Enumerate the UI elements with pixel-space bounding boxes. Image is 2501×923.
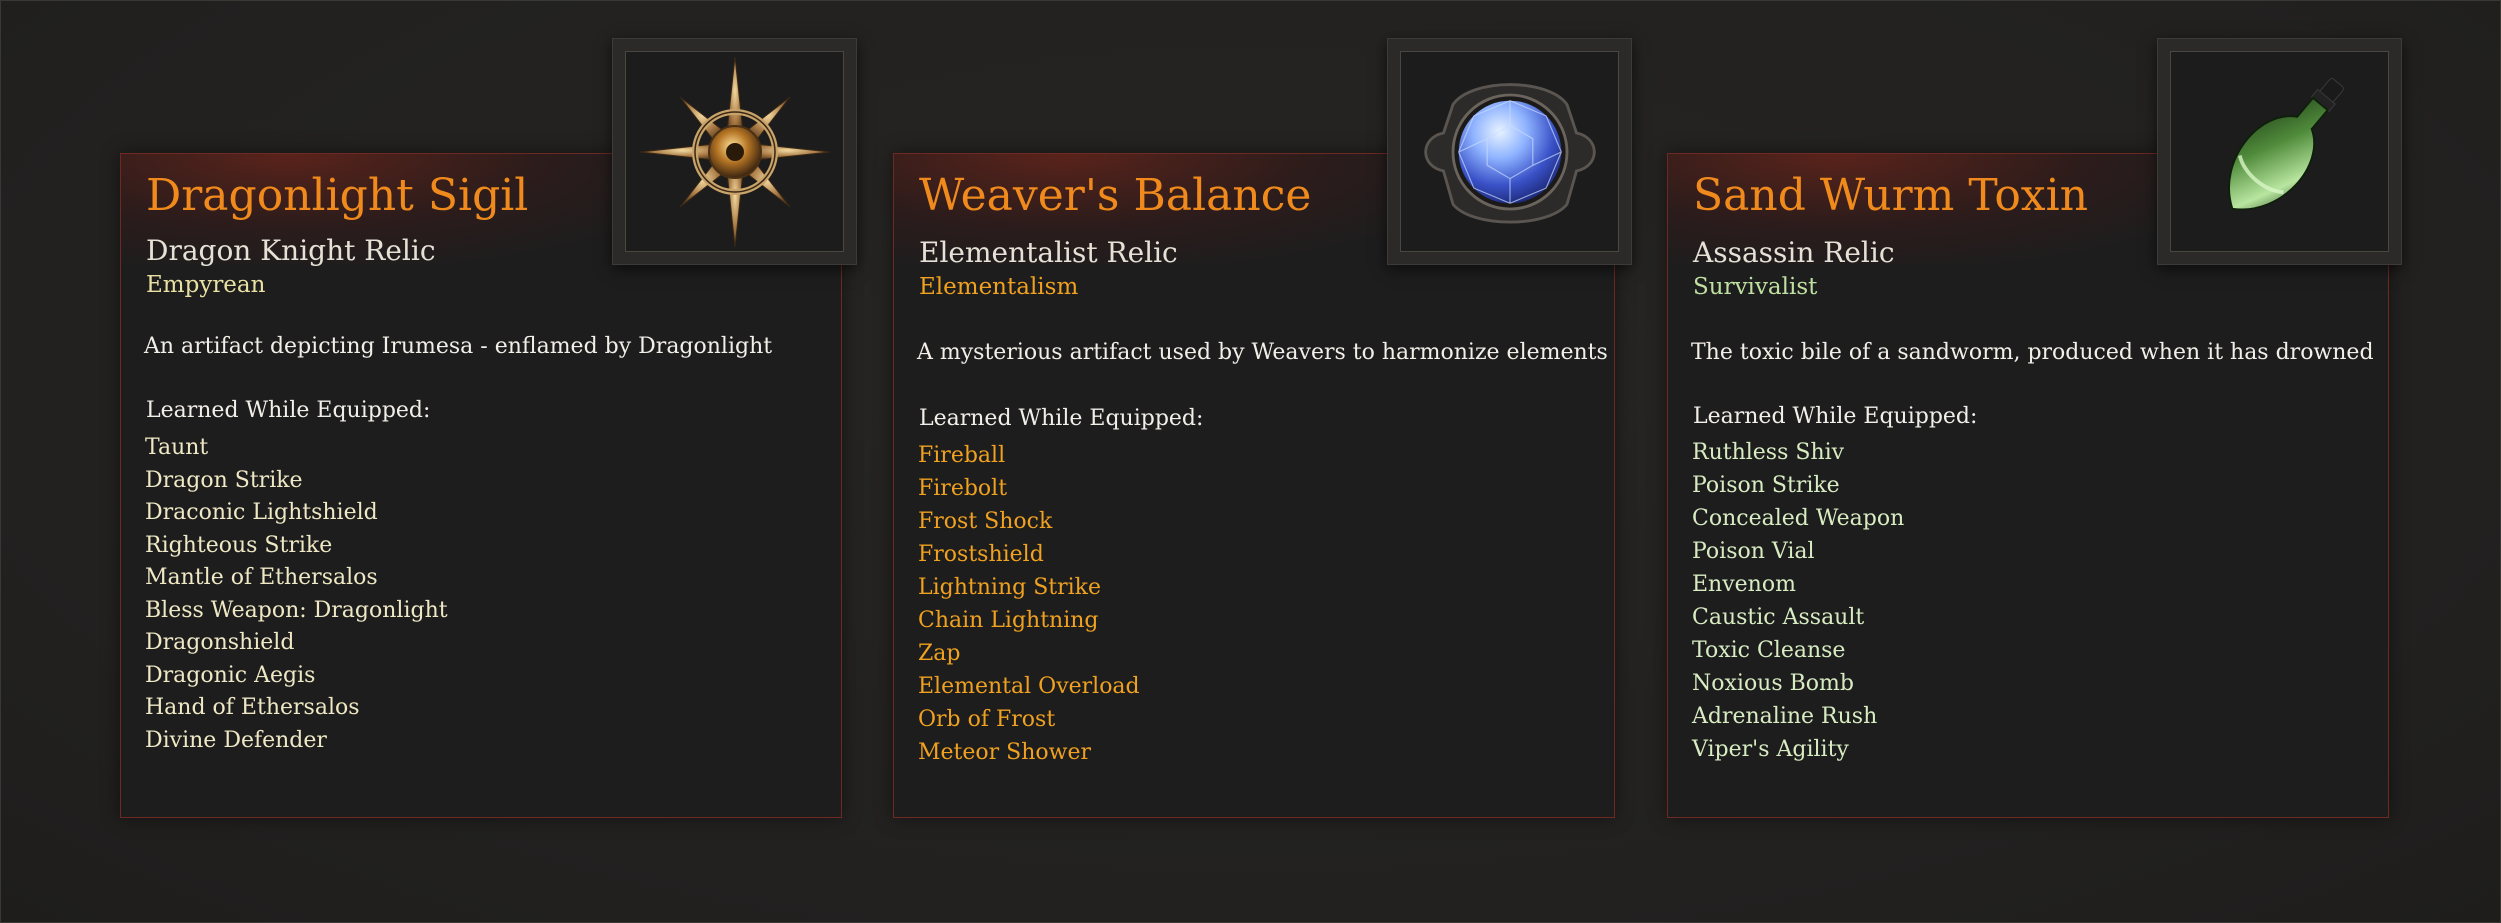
relic-class: Assassin Relic [1693, 236, 1895, 269]
ability-item: Firebolt [918, 476, 1008, 501]
ability-item: Poison Strike [1692, 473, 1840, 498]
relic-school: Elementalism [919, 274, 1079, 300]
ability-item: Righteous Strike [145, 532, 333, 558]
relic-description: An artifact depicting Irumesa - enflamed… [144, 334, 773, 359]
ability-item: Lightning Strike [918, 575, 1102, 600]
ability-item: Noxious Bomb [1692, 671, 1854, 696]
ability-item: Concealed Weapon [1692, 506, 1905, 531]
ability-list: Ruthless Shiv Poison Strike Concealed We… [1692, 436, 1904, 766]
ability-item: Ruthless Shiv [1692, 440, 1845, 465]
relic-icon-slot[interactable] [2157, 38, 2402, 265]
ability-item: Viper's Agility [1692, 737, 1849, 762]
ability-item: Adrenaline Rush [1692, 704, 1878, 729]
ability-item: Dragonshield [145, 630, 295, 655]
relic-school: Empyrean [146, 272, 266, 298]
learned-while-equipped-label: Learned While Equipped: [1693, 404, 1978, 429]
relic-class: Elementalist Relic [919, 236, 1178, 269]
relic-name: Weaver's Balance [919, 170, 1312, 221]
ability-item: Caustic Assault [1692, 605, 1865, 630]
ability-item: Frost Shock [918, 509, 1053, 534]
relic-icon-slot[interactable] [612, 38, 857, 265]
learned-while-equipped-label: Learned While Equipped: [919, 406, 1204, 431]
ability-item: Chain Lightning [918, 608, 1099, 633]
ability-item: Meteor Shower [918, 740, 1092, 765]
relic-school: Survivalist [1693, 274, 1818, 300]
relic-class: Dragon Knight Relic [146, 234, 436, 267]
ability-item: Envenom [1692, 572, 1796, 597]
ability-item: Fireball [918, 443, 1006, 468]
ability-item: Zap [918, 641, 961, 666]
ability-list: Fireball Firebolt Frost Shock Frostshiel… [918, 439, 1140, 769]
ability-item: Elemental Overload [918, 674, 1140, 699]
ability-item: Orb of Frost [918, 707, 1056, 732]
poison-vial-icon [2227, 77, 2344, 210]
relic-icon-slot[interactable] [1387, 38, 1632, 265]
ability-item: Dragonic Aegis [145, 662, 316, 688]
ability-item: Frostshield [918, 542, 1044, 567]
ability-item: Draconic Lightshield [145, 500, 378, 525]
ability-item: Taunt [145, 435, 209, 460]
ability-item: Toxic Cleanse [1692, 638, 1846, 663]
relic-name: Sand Wurm Toxin [1693, 170, 2089, 221]
ability-item: Hand of Ethersalos [145, 695, 360, 720]
ability-list: Taunt Dragon Strike Draconic Lightshield… [145, 432, 448, 757]
ability-item: Mantle of Ethersalos [145, 565, 378, 590]
compass-star-icon [639, 56, 830, 247]
ability-item: Divine Defender [145, 727, 327, 753]
ability-item: Dragon Strike [145, 467, 303, 493]
relic-panel: Dragonlight Sigil Dragon Knight Relic Em… [0, 0, 2501, 923]
ability-item: Poison Vial [1692, 539, 1815, 564]
ability-item: Bless Weapon: Dragonlight [145, 597, 448, 623]
learned-while-equipped-label: Learned While Equipped: [146, 398, 431, 423]
relic-description: A mysterious artifact used by Weavers to… [917, 340, 1608, 365]
relic-name: Dragonlight Sigil [146, 170, 529, 221]
blue-gem-icon [1423, 82, 1596, 223]
relic-description: The toxic bile of a sandworm, produced w… [1691, 340, 2374, 365]
